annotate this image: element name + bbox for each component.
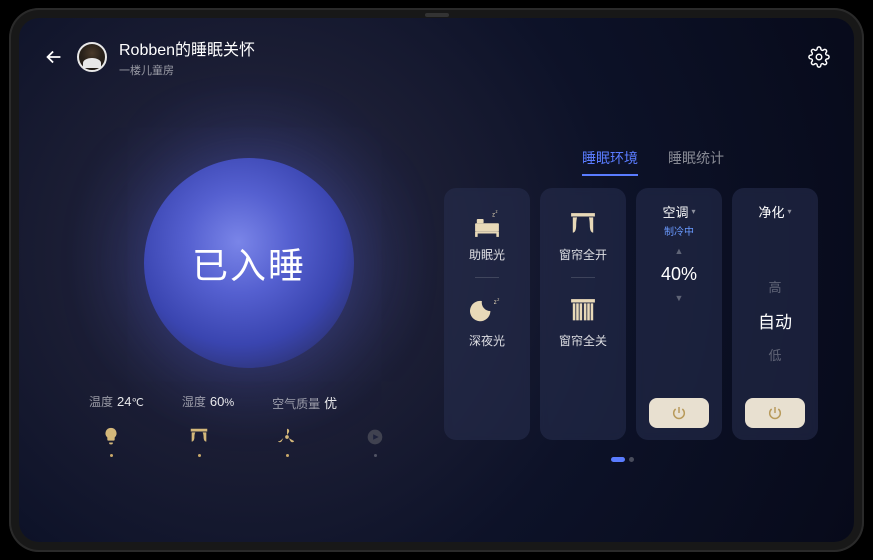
title-block: Robben的睡眠关怀 一楼儿童房 bbox=[119, 36, 255, 78]
tab-environment[interactable]: 睡眠环境 bbox=[582, 148, 638, 176]
light-mode-sleep[interactable]: 助眠光 bbox=[469, 246, 505, 263]
ac-value: 40% bbox=[661, 264, 697, 285]
card-light: zz 助眠光 zz 深夜光 bbox=[444, 188, 530, 440]
moon-sleep-icon: zz bbox=[470, 294, 504, 328]
svg-text:z: z bbox=[492, 213, 495, 219]
bed-sleep-icon: zz bbox=[470, 208, 504, 242]
sleep-status-text: 已入睡 bbox=[192, 237, 306, 289]
ac-power-button[interactable] bbox=[649, 398, 709, 428]
ac-title: 空调▾ bbox=[662, 202, 695, 221]
power-icon bbox=[671, 405, 687, 421]
svg-text:z: z bbox=[494, 300, 497, 306]
pager-dot-2 bbox=[629, 457, 634, 462]
avatar[interactable] bbox=[77, 42, 107, 72]
purifier-auto[interactable]: 自动 bbox=[758, 308, 792, 333]
light-mode-night[interactable]: 深夜光 bbox=[469, 332, 505, 349]
room-subtitle: 一楼儿童房 bbox=[119, 62, 255, 78]
curtain-open[interactable]: 窗帘全开 bbox=[559, 246, 607, 263]
card-purifier: 净化▾ 高 自动 低 bbox=[732, 188, 818, 440]
ac-stepper: ▲ 40% ▼ bbox=[661, 246, 697, 398]
purifier-title: 净化▾ bbox=[758, 202, 791, 221]
purifier-power-button[interactable] bbox=[745, 398, 805, 428]
quick-fan-icon[interactable] bbox=[273, 426, 301, 457]
stat-air: 空气质量优 bbox=[272, 393, 337, 412]
card-pager[interactable] bbox=[611, 457, 634, 462]
sleep-status-orb[interactable]: 已入睡 bbox=[144, 158, 354, 368]
purifier-levels: 高 自动 低 bbox=[758, 242, 792, 398]
environment-stats: 温度24℃ 湿度60% 空气质量优 bbox=[89, 393, 337, 412]
page-title: Robben的睡眠关怀 bbox=[119, 36, 255, 60]
tab-statistics[interactable]: 睡眠统计 bbox=[668, 148, 724, 176]
chevron-down-icon[interactable]: ▾ bbox=[788, 207, 792, 216]
stat-humidity: 湿度60% bbox=[182, 393, 234, 412]
card-curtain: 窗帘全开 窗帘全关 bbox=[540, 188, 626, 440]
front-camera bbox=[425, 13, 449, 17]
curtain-close[interactable]: 窗帘全关 bbox=[559, 332, 607, 349]
tablet-frame: Robben的睡眠关怀 一楼儿童房 已入睡 温度24℃ 湿度60% 空气质量优 bbox=[9, 8, 864, 552]
stat-temp: 温度24℃ bbox=[89, 393, 144, 412]
purifier-high[interactable]: 高 bbox=[768, 277, 781, 296]
curtain-close-icon bbox=[566, 294, 600, 328]
ac-increase[interactable]: ▲ bbox=[675, 246, 684, 256]
card-ac: 空调▾ 制冷中 ▲ 40% ▼ bbox=[636, 188, 722, 440]
settings-icon[interactable] bbox=[808, 46, 830, 68]
tabs: 睡眠环境 睡眠统计 bbox=[582, 148, 724, 176]
quick-light-icon[interactable] bbox=[97, 426, 125, 457]
chevron-down-icon[interactable]: ▾ bbox=[692, 207, 696, 216]
quick-actions bbox=[97, 426, 389, 457]
ac-status: 制冷中 bbox=[664, 223, 694, 238]
curtain-open-icon bbox=[566, 208, 600, 242]
ac-decrease[interactable]: ▼ bbox=[675, 293, 684, 303]
power-icon bbox=[767, 405, 783, 421]
quick-purifier-icon[interactable] bbox=[361, 426, 389, 457]
pager-dot-1 bbox=[611, 457, 625, 462]
back-icon[interactable] bbox=[43, 46, 65, 68]
control-cards: zz 助眠光 zz 深夜光 窗帘全开 窗帘全关 空调▾ 制冷中 ▲ 40% ▼ bbox=[444, 188, 818, 440]
header-bar: Robben的睡眠关怀 一楼儿童房 bbox=[43, 36, 830, 78]
purifier-low[interactable]: 低 bbox=[768, 345, 781, 364]
svg-text:z: z bbox=[496, 209, 498, 214]
screen: Robben的睡眠关怀 一楼儿童房 已入睡 温度24℃ 湿度60% 空气质量优 bbox=[19, 18, 854, 542]
svg-text:z: z bbox=[497, 297, 499, 302]
quick-curtain-icon[interactable] bbox=[185, 426, 213, 457]
